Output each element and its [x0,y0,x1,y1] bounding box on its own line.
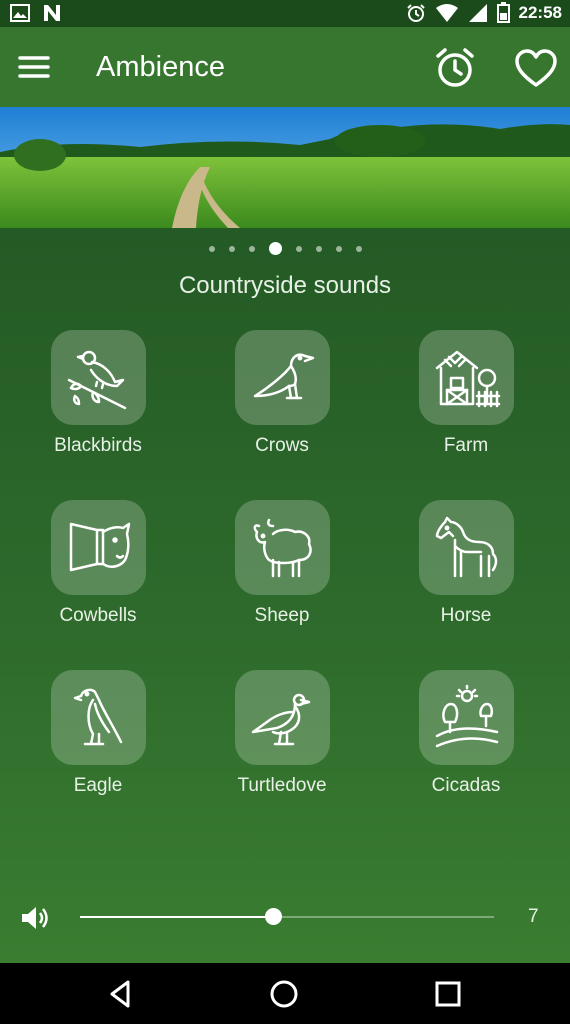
volume-value: 7 [528,906,539,927]
sound-label: Sheep [254,605,310,626]
status-time: 22:58 [518,2,562,22]
sound-label: Farm [443,435,489,456]
sound-tile-eagle[interactable]: Eagle [8,670,188,810]
app-bar: Ambience [0,27,570,107]
eagle-icon [73,688,122,745]
sound-tile-blackbirds[interactable]: Blackbirds [8,330,188,470]
alarm-clock-icon[interactable] [432,45,478,91]
farm-icon [435,350,500,407]
wifi-icon [435,3,458,22]
sound-label: Eagle [73,775,123,796]
heart-icon[interactable] [514,47,558,91]
n-icon [44,5,60,21]
volume-slider-thumb[interactable] [264,908,282,925]
menu-icon[interactable] [14,47,54,87]
page-dot[interactable] [248,245,255,252]
page-dot-active[interactable] [268,242,282,255]
sound-tile-cicadas[interactable]: Cicadas [376,670,556,810]
volume-control: 7 [0,890,570,944]
page-dot[interactable] [355,245,362,252]
sound-label: Cowbells [59,605,137,626]
recents-icon[interactable] [433,979,463,1009]
volume-track[interactable] [80,916,494,918]
page-dot[interactable] [295,245,302,252]
page-dot[interactable] [335,245,342,252]
turtledove-icon [251,693,310,745]
sound-tile-cowbells[interactable]: Cowbells [8,500,188,640]
status-bar: 22:58 [0,0,570,27]
sound-tile-turtledove[interactable]: Turtledove [192,670,372,810]
sound-tile-crows[interactable]: Crows [192,330,372,470]
sound-label: Horse [440,605,492,626]
blackbird-icon [67,350,126,409]
sound-label: Crows [255,435,309,456]
page-dot[interactable] [228,245,235,252]
sound-label: Blackbirds [54,435,142,456]
speaker-icon[interactable] [20,904,50,932]
section-title: Countryside sounds [178,272,392,299]
back-icon[interactable] [106,979,136,1009]
app-title: Ambience [96,51,225,83]
sound-tile-horse[interactable]: Horse [376,500,556,640]
main-content: Countryside sounds Blackbirds Crows Farm [0,228,570,963]
page-dot[interactable] [208,245,215,252]
sound-tile-farm[interactable]: Farm [376,330,556,470]
banner-image [0,107,570,228]
home-icon[interactable] [269,979,299,1009]
volume-fill [80,916,273,918]
crow-icon [253,353,314,399]
sheep-icon [253,518,312,577]
sound-tile-sheep[interactable]: Sheep [192,500,372,640]
sound-label: Cicadas [431,775,501,796]
cicada-icon [435,684,498,747]
image-icon [10,4,30,22]
battery-icon [496,2,510,23]
alarm-icon [406,3,425,22]
signal-icon [468,3,487,22]
horse-icon [435,516,497,577]
navigation-bar [0,963,570,1024]
page-indicator[interactable] [0,242,570,255]
page-dot[interactable] [315,245,322,252]
cowbell-icon [69,522,130,571]
sound-label: Turtledove [237,775,327,796]
